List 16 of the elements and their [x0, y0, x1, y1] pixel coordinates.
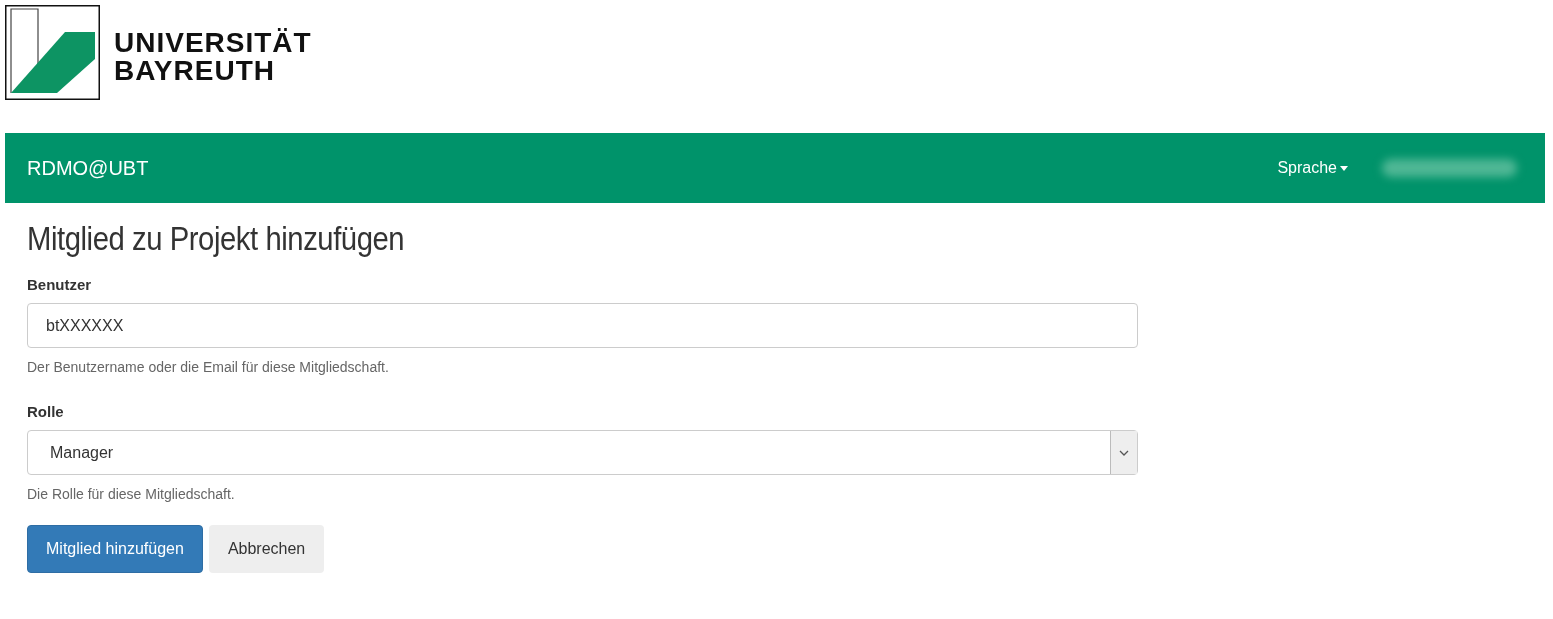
submit-button[interactable]: Mitglied hinzufügen	[27, 525, 203, 573]
select-field[interactable]: Manager	[27, 430, 1138, 475]
university-name: UNIVERSITÄT	[114, 29, 312, 57]
cancel-button[interactable]: Abbrechen	[208, 525, 325, 573]
language-menu[interactable]: Sprache	[1277, 159, 1348, 177]
help-text: Der Benutzername oder die Email für diese Mitgliedschaft.	[27, 359, 390, 375]
field-label: Rolle	[27, 403, 65, 420]
input-field[interactable]: btXXXXXX	[27, 303, 1138, 348]
logo-icon	[5, 5, 100, 100]
page-title: Mitglied zu Projekt hinzufügen	[27, 219, 406, 258]
brand-link[interactable]: RDMO@UBT	[27, 156, 149, 180]
university-name: BAYREUTH	[114, 57, 276, 85]
help-text: Die Rolle für diese Mitgliedschaft.	[27, 486, 236, 502]
caret-icon	[1340, 165, 1348, 171]
chevron-down-icon	[1119, 449, 1129, 456]
field-label: Benutzer	[27, 276, 93, 293]
